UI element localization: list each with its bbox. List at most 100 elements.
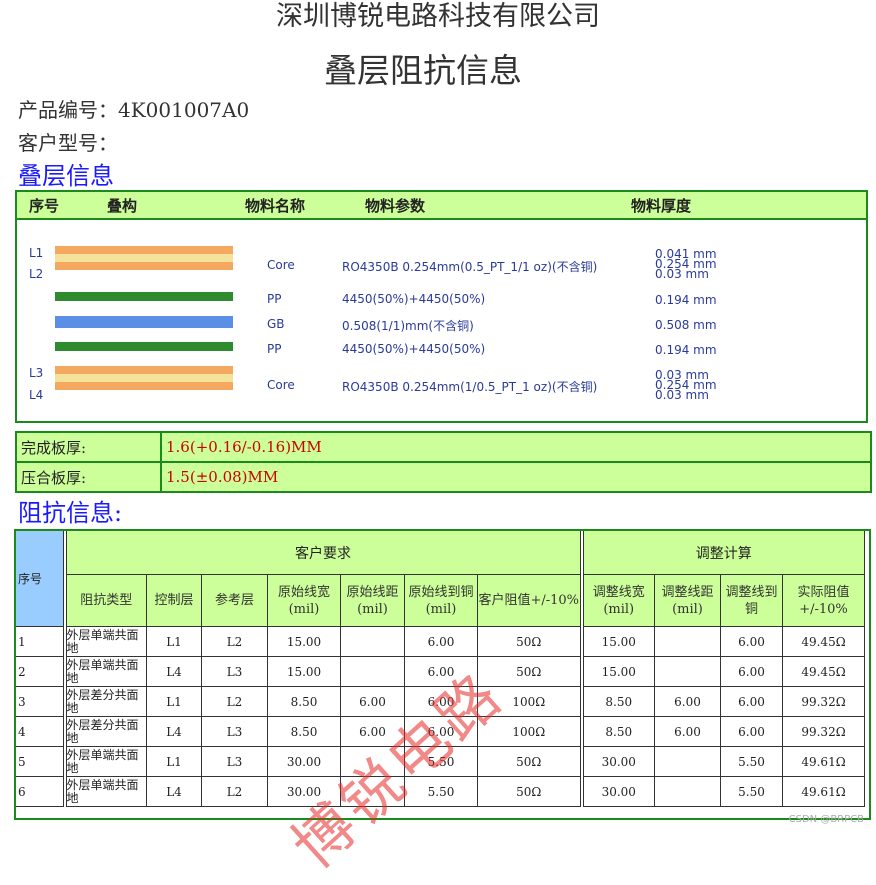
core-dielectric-bottom [55, 374, 233, 382]
col-impedance-type: 阻抗类型 [62, 574, 147, 627]
cell-customer-impedance: 50Ω [477, 776, 582, 807]
row-index: 3 [15, 686, 65, 717]
copper-layer-l1 [55, 246, 233, 254]
cell-impedance-type: 外层差分共面地 [62, 686, 147, 717]
layer-label-l3: L3 [29, 366, 44, 380]
cell-adjusted-to-copper: 6.00 [720, 656, 783, 687]
col-adjusted-to-copper: 调整线到铜 [720, 574, 783, 627]
impedance-section-title: 阻抗信息: [18, 499, 123, 527]
cell-adjusted-width: 8.50 [579, 716, 655, 747]
stack-material-4: PP [267, 342, 282, 356]
stack-thickness-1c: 0.03 mm [655, 267, 709, 281]
layer-label-l4: L4 [29, 388, 44, 402]
cell-adjusted-width: 15.00 [579, 626, 655, 657]
row-index: 2 [15, 656, 65, 687]
cell-actual-impedance: 49.61Ω [782, 746, 865, 777]
cell-adjusted-spacing [654, 626, 721, 657]
product-number: 产品编号：4K001007A0 [18, 97, 249, 123]
layer-label-l1: L1 [29, 246, 44, 260]
cell-control-layer: L1 [146, 626, 202, 657]
cell-original-spacing [340, 656, 405, 687]
impedance-group-header-row: 序号 客户要求 调整计算 [15, 530, 865, 627]
stack-param-3: 0.508(1/1)mm(不含铜) [342, 319, 474, 333]
col-adjusted-width: 调整线宽(mil) [579, 574, 655, 627]
cell-adjusted-spacing: 6.00 [654, 716, 721, 747]
cell-original-width: 8.50 [267, 686, 341, 717]
cell-adjusted-spacing [654, 656, 721, 687]
cell-adjusted-spacing [654, 776, 721, 807]
stack-thickness-3: 0.508 mm [655, 318, 717, 332]
row-index: 6 [15, 776, 65, 807]
row-index: 4 [15, 716, 65, 747]
cell-reference-layer: L2 [201, 776, 268, 807]
product-number-value: 4K001007A0 [118, 98, 250, 122]
cell-reference-layer: L3 [201, 656, 268, 687]
cell-adjusted-to-copper: 6.00 [720, 716, 783, 747]
cell-customer-impedance: 50Ω [477, 746, 582, 777]
cell-impedance-type: 外层单端共面地 [62, 656, 147, 687]
stack-thickness-5c: 0.03 mm [655, 388, 709, 402]
cell-actual-impedance: 49.61Ω [782, 776, 865, 807]
stack-param-4: 4450(50%)+4450(50%) [342, 342, 486, 356]
customer-requirement-header: 客户要求 [62, 530, 582, 575]
stack-thickness-4: 0.194 mm [655, 343, 717, 357]
stack-param-2: 4450(50%)+4450(50%) [342, 292, 486, 306]
cell-original-spacing [340, 626, 405, 657]
cell-control-layer: L4 [146, 656, 202, 687]
stackup-panel: 序号 叠构 物料名称 物料参数 物料厚度 L1 L2 L3 L4 Core RO… [15, 190, 868, 423]
stack-material-5: Core [267, 378, 295, 392]
document-title: 叠层阻抗信息 [324, 51, 522, 90]
stackup-header: 序号 叠构 物料名称 物料参数 物料厚度 [17, 192, 866, 220]
impedance-column-header-row: 阻抗类型 控制层 参考层 原始线宽(mil) 原始线距(mil) 原始线到铜(m… [16, 574, 865, 627]
cell-actual-impedance: 99.32Ω [782, 686, 865, 717]
copper-layer-l4 [55, 382, 233, 390]
pressed-thickness-value: 1.5(±0.08)MM [160, 461, 872, 493]
cell-actual-impedance: 49.45Ω [782, 626, 865, 657]
cell-adjusted-to-copper: 6.00 [720, 686, 783, 717]
header-material-name: 物料名称 [245, 197, 306, 215]
header-index: 序号 [29, 197, 60, 215]
finished-thickness-value: 1.6(+0.16/-0.16)MM [160, 431, 872, 463]
prepreg-layer-top [55, 292, 233, 301]
cell-original-width: 8.50 [267, 716, 341, 747]
cell-reference-layer: L3 [201, 746, 268, 777]
finished-thickness-row: 完成板厚: 1.6(+0.16/-0.16)MM [15, 431, 872, 463]
cell-control-layer: L4 [146, 776, 202, 807]
cell-original-width: 15.00 [267, 656, 341, 687]
col-control-layer: 控制层 [146, 574, 202, 627]
col-original-width: 原始线宽(mil) [267, 574, 341, 627]
col-customer-impedance: 客户阻值+/-10% [477, 574, 582, 627]
cell-impedance-type: 外层单端共面地 [62, 626, 147, 657]
cell-customer-impedance: 50Ω [477, 626, 582, 657]
prepreg-layer-bottom [55, 342, 233, 351]
cell-adjusted-width: 30.00 [579, 746, 655, 777]
copper-layer-l3 [55, 366, 233, 374]
col-original-to-copper: 原始线到铜(mil) [404, 574, 478, 627]
company-name: 深圳博锐电路科技有限公司 [276, 1, 600, 32]
cell-adjusted-width: 15.00 [579, 656, 655, 687]
cell-impedance-type: 外层单端共面地 [62, 746, 147, 777]
cell-control-layer: L4 [146, 716, 202, 747]
impedance-row: 1 外层单端共面地 L1 L2 15.00 6.00 50Ω 15.00 6.00 49.45Ω [15, 626, 865, 657]
cell-original-to-copper: 6.00 [404, 626, 478, 657]
gb-layer [55, 316, 233, 328]
adjust-calculation-header: 调整计算 [579, 530, 865, 575]
col-adjusted-spacing: 调整线距(mil) [654, 574, 721, 627]
layer-label-l2: L2 [29, 267, 44, 281]
cell-adjusted-spacing: 6.00 [654, 686, 721, 717]
cell-adjusted-to-copper: 6.00 [720, 626, 783, 657]
cell-control-layer: L1 [146, 746, 202, 777]
stack-material-1: Core [267, 258, 295, 272]
cell-actual-impedance: 99.32Ω [782, 716, 865, 747]
pressed-thickness-label: 压合板厚: [15, 461, 162, 493]
cell-adjusted-to-copper: 5.50 [720, 746, 783, 777]
header-material-thickness: 物料厚度 [631, 197, 692, 215]
stack-section-title: 叠层信息 [18, 162, 114, 190]
col-actual-impedance: 实际阻值+/-10% [782, 574, 865, 627]
product-number-label: 产品编号： [18, 98, 118, 122]
header-structure: 叠构 [107, 197, 138, 215]
impedance-index-header: 序号 [15, 530, 65, 627]
finished-thickness-label: 完成板厚: [15, 431, 162, 463]
cell-reference-layer: L2 [201, 686, 268, 717]
cell-impedance-type: 外层单端共面地 [62, 776, 147, 807]
